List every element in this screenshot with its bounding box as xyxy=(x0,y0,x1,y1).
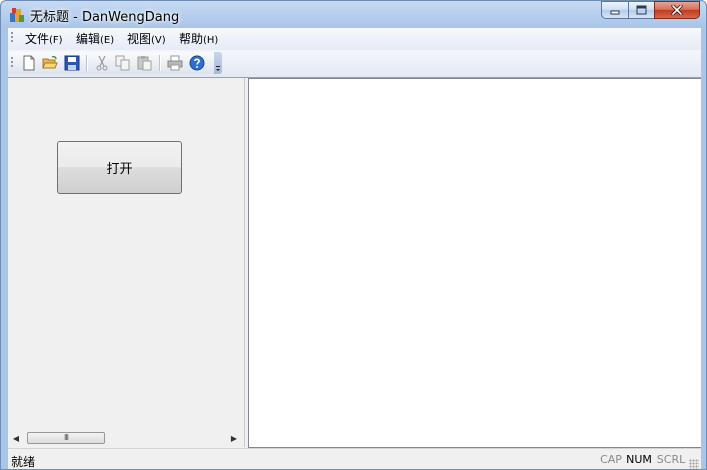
cap-indicator: CAP xyxy=(600,453,622,466)
toolbar-grip[interactable] xyxy=(11,57,13,69)
menu-help[interactable]: 帮助(H) xyxy=(179,31,218,48)
toolbar-dock xyxy=(8,50,701,78)
menu-bar: 文件(F) 编辑(E) 视图(V) 帮助(H) xyxy=(8,28,701,50)
toolbar-separator xyxy=(86,55,87,71)
cut-icon[interactable] xyxy=(94,55,110,71)
minimize-button[interactable] xyxy=(601,1,628,19)
toolbar-overflow-button[interactable] xyxy=(214,52,222,74)
open-button[interactable]: 打开 xyxy=(57,141,182,194)
scroll-thumb[interactable]: III xyxy=(27,432,105,444)
size-grip[interactable] xyxy=(689,459,699,469)
menu-file[interactable]: 文件(F) xyxy=(25,31,63,48)
new-file-icon[interactable] xyxy=(21,55,37,71)
scroll-right-arrow[interactable]: ▶ xyxy=(230,434,238,443)
scroll-thumb-grip: III xyxy=(63,433,69,442)
app-window: 无标题 - DanWengDang 文件(F) 编辑(E) 视图(V) 帮助(H… xyxy=(0,0,707,470)
document-view[interactable] xyxy=(248,78,701,448)
chevron-down-icon xyxy=(216,66,220,71)
window-title: 无标题 - DanWengDang xyxy=(30,10,180,25)
minimize-icon xyxy=(610,10,620,15)
status-text: 就绪 xyxy=(11,455,36,469)
scroll-left-arrow[interactable]: ◀ xyxy=(12,434,20,443)
help-icon[interactable] xyxy=(189,55,205,71)
caption-buttons xyxy=(601,1,700,19)
paste-icon[interactable] xyxy=(137,55,153,71)
status-bar: 就绪 CAP NUM SCRL xyxy=(8,448,701,469)
num-indicator: NUM xyxy=(626,453,652,466)
menubar-grip[interactable] xyxy=(11,32,13,44)
maximize-icon xyxy=(636,5,647,15)
save-icon[interactable] xyxy=(64,55,80,71)
menu-view[interactable]: 视图(V) xyxy=(127,31,166,48)
left-pane: 打开 ◀ III ▶ xyxy=(8,78,245,447)
open-folder-icon[interactable] xyxy=(42,55,58,71)
maximize-button[interactable] xyxy=(628,1,654,19)
print-icon[interactable] xyxy=(167,55,183,71)
menu-edit[interactable]: 编辑(E) xyxy=(76,31,114,48)
standard-toolbar xyxy=(8,52,222,74)
toolbar-separator xyxy=(159,55,160,71)
title-bar[interactable]: 无标题 - DanWengDang xyxy=(1,1,706,28)
close-button[interactable] xyxy=(654,1,700,19)
close-icon xyxy=(671,5,683,15)
scrl-indicator: SCRL xyxy=(656,453,686,466)
client-area: 文件(F) 编辑(E) 视图(V) 帮助(H) 打开 ◀ III ▶ 就绪 CA… xyxy=(8,28,701,469)
copy-icon[interactable] xyxy=(115,55,131,71)
app-icon[interactable] xyxy=(9,7,25,23)
horizontal-scrollbar[interactable]: ◀ III ▶ xyxy=(8,430,244,447)
